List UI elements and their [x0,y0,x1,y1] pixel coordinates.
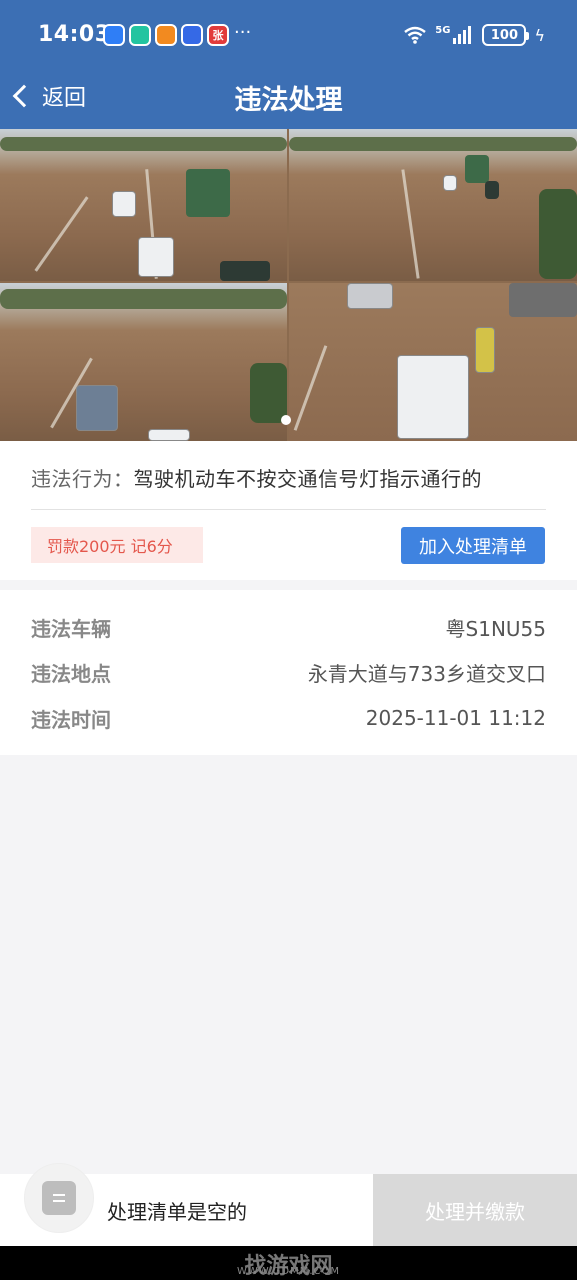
status-bar: 14:03 张 ··· 5G 100 ϟ [0,0,577,70]
detail-label: 违法地点 [31,661,111,686]
list-icon [42,1181,76,1215]
camera-photo-1 [0,129,287,281]
penalty-badge: 罚款200元 记6分 [31,527,203,563]
detail-value: 粤S1NU55 [445,616,546,641]
detail-value: 2025-11-01 11:12 [365,706,546,730]
system-gesture-bar: 找游戏网 WWW.GDMM.COM [0,1246,577,1280]
camera-photo-4 [289,283,577,441]
notification-icons: 张 [103,24,229,46]
processing-list-button[interactable] [24,1163,94,1233]
page-title: 违法处理 [234,85,343,116]
network-type: 5G [435,24,451,36]
violation-behavior-label: 违法行为： [31,467,134,491]
app-header: 14:03 张 ··· 5G 100 ϟ 返回 违法处理 [0,0,577,129]
process-and-pay-button[interactable]: 处理并缴款 [373,1174,577,1246]
more-notifications-icon: ··· [234,22,252,43]
detail-row-vehicle: 违法车辆 粤S1NU55 [31,612,546,642]
details-card: 违法车辆 粤S1NU55 违法地点 永青大道与733乡道交叉口 违法时间 202… [0,590,577,755]
charging-icon: ϟ [534,25,545,45]
system-icons: 5G 100 ϟ [403,24,545,46]
detail-label: 违法时间 [31,707,111,732]
watermark-url: WWW.GDMM.COM [236,1266,341,1277]
carousel-indicator-dot[interactable] [281,415,291,425]
bottom-action-bar: 处理清单是空的 处理并缴款 [0,1163,577,1246]
divider [31,509,546,510]
detail-row-time: 违法时间 2025-11-01 11:12 [31,703,546,733]
app-icon-2 [129,24,151,46]
violation-behavior: 违法行为：驾驶机动车不按交通信号灯指示通行的 [31,463,482,492]
add-to-list-button[interactable]: 加入处理清单 [401,527,545,564]
detail-row-location: 违法地点 永青大道与733乡道交叉口 [31,657,546,687]
wifi-icon [403,26,427,44]
status-time: 14:03 [38,22,111,47]
app-icon-1 [103,24,125,46]
violation-photo-carousel[interactable] [0,129,577,441]
detail-value: 永青大道与733乡道交叉口 [307,661,546,686]
app-icon-4 [181,24,203,46]
camera-photo-3 [0,283,287,441]
camera-photo-2 [289,129,577,281]
detail-label: 违法车辆 [31,616,111,641]
violation-card: 违法行为：驾驶机动车不按交通信号灯指示通行的 罚款200元 记6分 加入处理清单 [0,441,577,580]
violation-behavior-text: 驾驶机动车不按交通信号灯指示通行的 [133,467,482,491]
app-icon-5: 张 [207,24,229,46]
nav-bar: 返回 违法处理 [0,70,577,129]
app-icon-3 [155,24,177,46]
empty-list-text: 处理清单是空的 [107,1200,247,1224]
signal-icon [452,26,474,44]
battery-icon: 100 [482,24,530,46]
